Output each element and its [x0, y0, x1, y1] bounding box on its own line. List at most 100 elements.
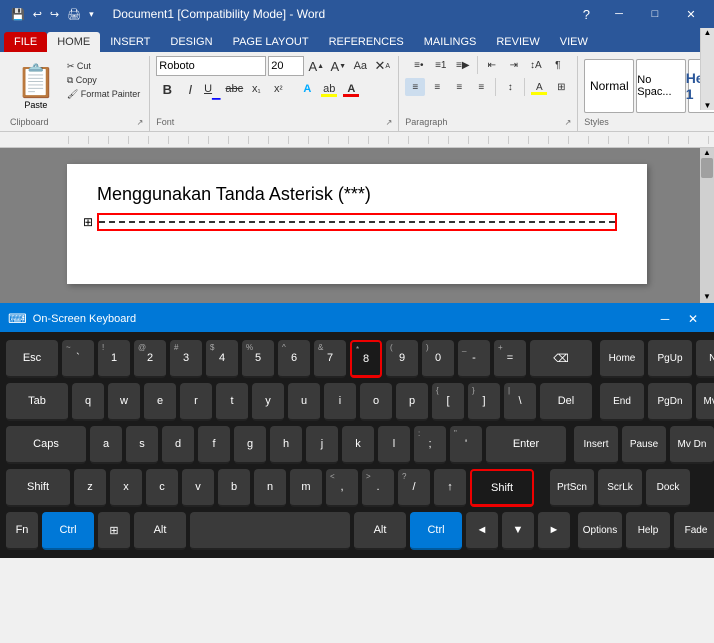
c-key[interactable]: c	[146, 469, 178, 507]
e-key[interactable]: e	[144, 383, 176, 421]
ctrl-left-key[interactable]: Ctrl	[42, 512, 94, 550]
slash-key[interactable]: ?/	[398, 469, 430, 507]
help-icon[interactable]: ?	[583, 7, 590, 22]
a-key[interactable]: a	[90, 426, 122, 464]
y-key[interactable]: y	[252, 383, 284, 421]
b-key[interactable]: b	[218, 469, 250, 507]
pgup-key[interactable]: PgUp	[648, 340, 692, 378]
tab-design[interactable]: DESIGN	[160, 32, 222, 52]
tab-key[interactable]: Tab	[6, 383, 68, 421]
close-button[interactable]: ✕	[676, 0, 706, 28]
v-key[interactable]: v	[182, 469, 214, 507]
q-key[interactable]: q	[72, 383, 104, 421]
tab-insert[interactable]: INSERT	[100, 32, 160, 52]
superscript-button[interactable]: x²	[268, 80, 288, 98]
line-spacing-button[interactable]: ↕	[500, 78, 520, 96]
decrease-indent-button[interactable]: ⇤	[482, 56, 502, 74]
ribbon-scrollbar[interactable]: ▲ ▼	[700, 28, 714, 110]
doc-text-cursor-box[interactable]	[97, 213, 617, 231]
j-key[interactable]: j	[306, 426, 338, 464]
m-key[interactable]: m	[290, 469, 322, 507]
k-key[interactable]: k	[342, 426, 374, 464]
bullets-button[interactable]: ≡•	[409, 56, 429, 74]
scrlk-key[interactable]: ScrLk	[598, 469, 642, 507]
key-8[interactable]: *8	[350, 340, 382, 378]
scroll-thumb[interactable]	[701, 158, 713, 178]
multilevel-button[interactable]: ≡▶	[453, 56, 473, 74]
i-key[interactable]: i	[324, 383, 356, 421]
bracket-open-key[interactable]: {[	[432, 383, 464, 421]
help-key[interactable]: Help	[626, 512, 670, 550]
g-key[interactable]: g	[234, 426, 266, 464]
bracket-close-key[interactable]: }]	[468, 383, 500, 421]
subscript-button[interactable]: x₁	[246, 80, 266, 98]
mvup-key[interactable]: Mv Up	[696, 383, 714, 421]
mvdn-key[interactable]: Mv Dn	[670, 426, 714, 464]
tab-home[interactable]: HOME	[47, 32, 100, 52]
paragraph-expand-icon[interactable]: ↗	[565, 118, 572, 127]
w-key[interactable]: w	[108, 383, 140, 421]
prtscn-key[interactable]: PrtScn	[550, 469, 594, 507]
alt-right-key[interactable]: Alt	[354, 512, 406, 550]
comma-key[interactable]: <,	[326, 469, 358, 507]
semicolon-key[interactable]: :;	[414, 426, 446, 464]
key-3[interactable]: #3	[170, 340, 202, 378]
copy-button[interactable]: ⧉ Copy	[64, 74, 143, 87]
align-right-button[interactable]: ≡	[449, 78, 469, 96]
esc-key[interactable]: Esc	[6, 340, 58, 378]
increase-indent-button[interactable]: ⇥	[504, 56, 524, 74]
key-1[interactable]: !1	[98, 340, 130, 378]
f-key[interactable]: f	[198, 426, 230, 464]
style-normal[interactable]: Normal	[584, 59, 634, 113]
up-arrow-key[interactable]: ↑	[434, 469, 466, 507]
clipboard-expand-icon[interactable]: ↗	[137, 118, 144, 127]
caps-key[interactable]: Caps	[6, 426, 86, 464]
n-key[interactable]: n	[254, 469, 286, 507]
pause-key[interactable]: Pause	[622, 426, 666, 464]
clear-format-button[interactable]: ✕A	[372, 57, 392, 75]
win-key[interactable]: ⊞	[98, 512, 130, 550]
end-key[interactable]: End	[600, 383, 644, 421]
options-key[interactable]: Options	[578, 512, 622, 550]
restore-button[interactable]: □	[640, 0, 670, 28]
save-icon[interactable]: 💾	[8, 6, 28, 23]
down-arrow-key[interactable]: ▼	[502, 512, 534, 550]
x-key[interactable]: x	[110, 469, 142, 507]
shift-left-key[interactable]: Shift	[6, 469, 70, 507]
left-arrow-key[interactable]: ◄	[466, 512, 498, 550]
key-5[interactable]: %5	[242, 340, 274, 378]
paste-button[interactable]: 📋 Paste	[10, 60, 62, 112]
osk-close-button[interactable]: ✕	[680, 308, 706, 330]
sort-button[interactable]: ↕A	[526, 56, 546, 74]
print-preview-icon[interactable]: 🖨	[64, 6, 84, 23]
u-key[interactable]: u	[288, 383, 320, 421]
vertical-scrollbar[interactable]: ▲ ▼	[700, 148, 714, 303]
quote-key[interactable]: "'	[450, 426, 482, 464]
backtick-key[interactable]: ~`	[62, 340, 94, 378]
decrease-font-button[interactable]: A▼	[328, 57, 348, 75]
space-key[interactable]	[190, 512, 350, 550]
key-0[interactable]: )0	[422, 340, 454, 378]
justify-button[interactable]: ≡	[471, 78, 491, 96]
show-formatting-button[interactable]: ¶	[548, 56, 568, 74]
highlight-button[interactable]: ab	[319, 80, 339, 98]
right-arrow-key[interactable]: ►	[538, 512, 570, 550]
fn-key[interactable]: Fn	[6, 512, 38, 550]
bold-button[interactable]: B	[156, 80, 178, 98]
strikethrough-button[interactable]: abc	[224, 80, 244, 98]
numbering-button[interactable]: ≡1	[431, 56, 451, 74]
s-key[interactable]: s	[126, 426, 158, 464]
scroll-down-arrow[interactable]: ▼	[700, 292, 714, 301]
borders-button[interactable]: ⊞	[551, 78, 571, 96]
scroll-up-arrow[interactable]: ▲	[700, 148, 714, 157]
align-left-button[interactable]: ≡	[405, 78, 425, 96]
format-painter-button[interactable]: 🖌 Format Painter	[64, 88, 143, 101]
tab-review[interactable]: REVIEW	[486, 32, 549, 52]
ribbon-scroll-down[interactable]: ▼	[704, 101, 712, 110]
key-9[interactable]: (9	[386, 340, 418, 378]
font-name-input[interactable]	[156, 56, 266, 76]
font-expand-icon[interactable]: ↗	[386, 118, 393, 127]
style-no-spacing[interactable]: No Spac...	[636, 59, 686, 113]
nav-key[interactable]: Nav	[696, 340, 714, 378]
tab-file[interactable]: FILE	[4, 32, 47, 52]
